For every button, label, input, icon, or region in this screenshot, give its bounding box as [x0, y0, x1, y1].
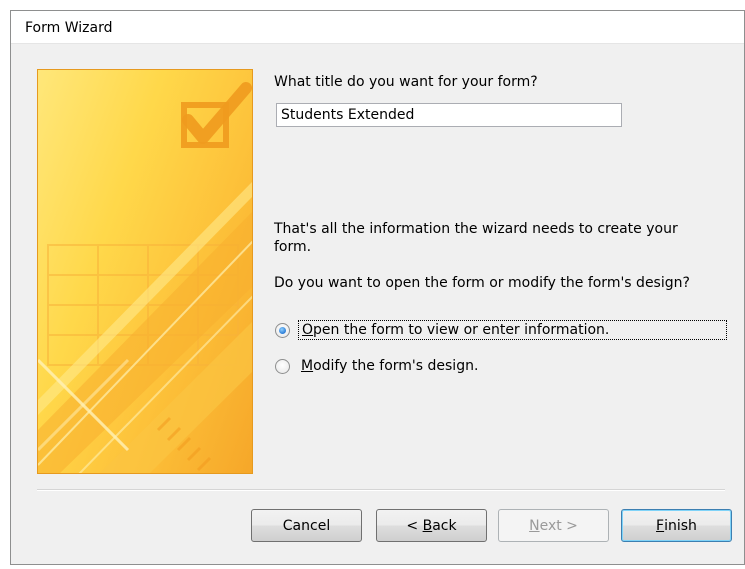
next-button[interactable]: Next >	[498, 509, 609, 542]
finish-button[interactable]: Finish	[621, 509, 732, 542]
form-wizard-dialog: Form Wizard What title do you want for y…	[10, 10, 745, 565]
form-title-input[interactable]	[276, 103, 622, 127]
cancel-button[interactable]: Cancel	[251, 509, 362, 542]
modify-design-label: Modify the form's design.	[301, 358, 479, 374]
button-separator	[37, 489, 725, 491]
wizard-art-image	[37, 69, 253, 474]
back-button[interactable]: < Back	[376, 509, 487, 542]
form-checkmark-art-icon	[38, 82, 252, 473]
form-title-prompt: What title do you want for your form?	[274, 74, 538, 90]
open-form-label: Open the form to view or enter informati…	[298, 320, 727, 340]
open-modify-question: Do you want to open the form or modify t…	[274, 275, 690, 291]
window-title: Form Wizard	[25, 20, 113, 36]
title-bar[interactable]: Form Wizard	[11, 11, 744, 44]
modify-design-option[interactable]: Modify the form's design.	[275, 354, 481, 378]
wizard-info-text: That's all the information the wizard ne…	[274, 221, 678, 255]
radio-checked-icon[interactable]	[275, 322, 290, 338]
radio-unchecked-icon[interactable]	[275, 358, 290, 374]
open-form-option[interactable]: Open the form to view or enter informati…	[275, 318, 727, 342]
